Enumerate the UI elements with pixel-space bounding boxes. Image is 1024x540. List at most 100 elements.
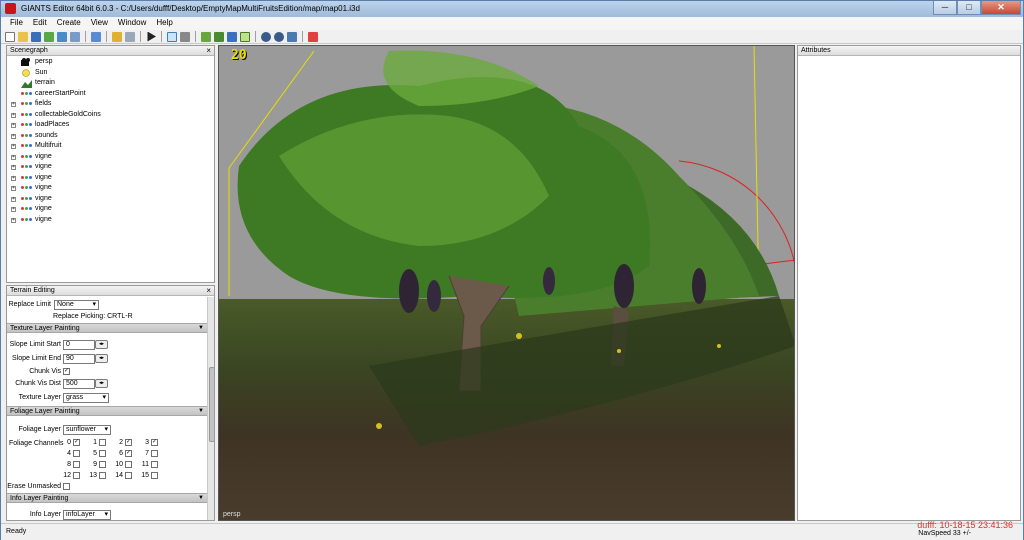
foliage-channel-label: 6 [119,450,123,457]
scrollbar-thumb[interactable] [209,367,214,442]
replace-limit-label: Replace Limit [8,301,51,308]
menu-help[interactable]: Help [151,17,177,30]
new-file-icon[interactable] [5,31,15,42]
terrain-editing-close-button[interactable]: × [206,286,211,296]
menu-file[interactable]: File [5,17,28,30]
replace-limit-select[interactable]: None [54,300,99,310]
maximize-button[interactable]: □ [957,1,981,15]
scenegraph-item[interactable]: persp [7,57,214,68]
move-tool-icon[interactable] [180,31,190,42]
expand-icon[interactable]: + [11,102,16,107]
refresh-icon[interactable] [91,31,101,42]
save-icon[interactable] [31,31,41,42]
expand-icon[interactable]: + [11,175,16,181]
foliage-channel-checkbox[interactable] [99,461,106,468]
scenegraph-item-label: fields [35,100,52,107]
play-icon[interactable] [147,31,156,42]
foliage-channel-checkbox[interactable] [73,450,80,457]
texture-layer-select[interactable]: grass [63,393,109,403]
slope-limit-end-input[interactable]: 90 [63,354,95,364]
foliage-channel-checkbox[interactable] [151,461,158,468]
expand-icon[interactable]: + [11,217,16,223]
scenegraph-item[interactable]: + fields [7,99,214,110]
open-folder-icon[interactable] [18,31,28,42]
expand-icon[interactable]: + [11,112,16,118]
foliage-layer-select[interactable]: sunflower [63,425,111,435]
foliage-channel-checkbox[interactable]: ✓ [125,439,132,446]
scenegraph-item[interactable]: + vigne [7,173,214,184]
terrain-editing-panel: Terrain Editing × Replace Limit None Rep… [6,285,215,521]
menu-edit[interactable]: Edit [28,17,52,30]
scenegraph-item[interactable]: + vigne [7,194,214,205]
slope-limit-start-input[interactable]: 0 [63,340,95,350]
foliage-brush-icon[interactable] [240,31,250,42]
foliage-channel-checkbox[interactable] [73,472,80,479]
foliage-channel-checkbox[interactable] [99,472,106,479]
scenegraph-item[interactable]: + vigne [7,215,214,226]
chunk-vis-dist-stepper[interactable]: ◂▸ [95,379,108,388]
options-gear-icon[interactable] [274,31,284,42]
transform-group-icon [21,132,32,141]
foliage-channel-checkbox[interactable] [151,450,158,457]
scenegraph-item-label: vigne [35,194,52,202]
expand-icon[interactable]: + [11,196,16,202]
foliage-channel-checkbox[interactable]: ✓ [151,439,158,446]
scenegraph-item[interactable]: + collectableGoldCoins [7,110,214,121]
scenegraph-item[interactable]: + vigne [7,183,214,194]
foliage-channel-checkbox[interactable] [73,461,80,468]
scenegraph-close-button[interactable]: × [206,46,211,56]
scenegraph-item[interactable]: + Multifruit [7,141,214,152]
scenegraph-item[interactable]: + sounds [7,131,214,142]
undo-icon[interactable] [112,31,122,42]
redo-icon[interactable] [125,31,135,42]
slope-limit-start-stepper[interactable]: ◂▸ [95,340,108,349]
chunk-vis-checkbox[interactable]: ✓ [63,368,70,375]
terrain-sculpt-icon[interactable] [201,31,211,42]
foliage-channel-checkbox[interactable]: ✓ [125,450,132,457]
export-icon[interactable] [70,31,80,42]
texture-layer-section-header[interactable]: Texture Layer Painting ▼ [7,323,210,333]
foliage-channel-checkbox[interactable] [99,450,106,457]
menu-window[interactable]: Window [113,17,151,30]
minimize-button[interactable]: ─ [933,1,957,15]
3d-viewport[interactable]: 20 persp [218,45,795,521]
record-icon[interactable] [308,31,318,42]
foliage-channel-checkbox[interactable]: ✓ [73,439,80,446]
foliage-channel-checkbox[interactable] [125,472,132,479]
info-layer-section-header[interactable]: Info Layer Painting ▼ [7,493,210,503]
expand-icon[interactable]: + [11,154,16,160]
scenegraph-item[interactable]: terrain [7,78,214,89]
foliage-channel-checkbox[interactable] [151,472,158,479]
close-button[interactable]: ✕ [981,1,1021,15]
scenegraph-item[interactable]: + loadPlaces [7,120,214,131]
menu-view[interactable]: View [86,17,113,30]
import-icon[interactable] [57,31,67,42]
expand-icon[interactable]: + [11,165,16,170]
foliage-paint-icon[interactable] [227,31,237,42]
scenegraph-item[interactable]: + vigne [7,152,214,163]
expand-icon[interactable]: + [11,144,16,149]
chunk-vis-dist-input[interactable]: 500 [63,379,95,389]
expand-icon[interactable]: + [11,133,16,139]
info-layer-select[interactable]: infoLayer [63,510,111,520]
scenegraph-item[interactable]: + vigne [7,204,214,215]
settings-gear-icon[interactable] [261,31,271,42]
erase-unmasked-checkbox[interactable] [63,483,70,490]
terrain-paint-icon[interactable] [214,31,224,42]
select-tool-icon[interactable] [167,31,177,42]
scenegraph-item[interactable]: + vigne [7,162,214,173]
expand-icon[interactable]: + [11,207,16,212]
menu-create[interactable]: Create [52,17,86,30]
terrain-editing-scrollbar[interactable] [207,297,214,520]
foliage-channel-checkbox[interactable] [125,461,132,468]
scenegraph-item[interactable]: careerStartPoint [7,89,214,100]
reload-icon[interactable] [44,31,54,42]
expand-icon[interactable]: + [11,123,16,128]
foliage-layer-section-header[interactable]: Foliage Layer Painting ▼ [7,406,210,416]
foliage-channel-checkbox[interactable] [99,439,106,446]
expand-icon[interactable]: + [11,186,16,191]
scenegraph-item[interactable]: Sun [7,68,214,79]
snap-icon[interactable] [287,31,297,42]
slope-limit-end-stepper[interactable]: ◂▸ [95,354,108,363]
grape-cluster [692,268,706,304]
